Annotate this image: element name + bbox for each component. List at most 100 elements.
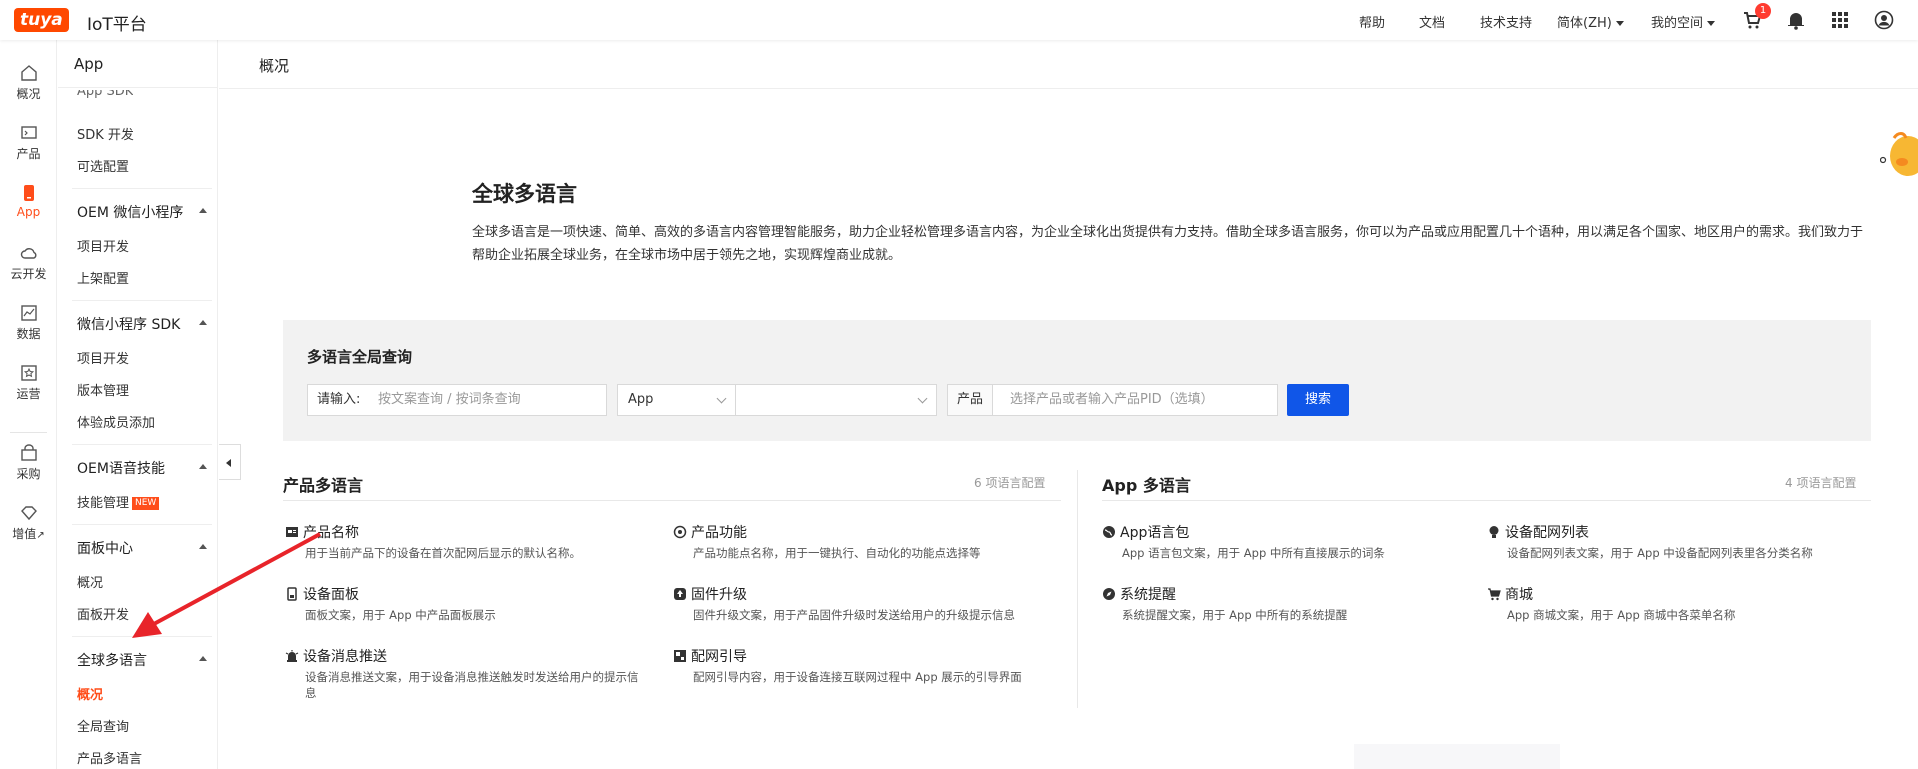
sidebar-item-project-dev[interactable]: 项目开发 [77, 236, 129, 255]
sidebar-item-product-language[interactable]: 产品多语言 [77, 748, 142, 767]
group-title: 全球多语言 [77, 653, 147, 669]
hero-title: 全球多语言 [472, 182, 577, 206]
card-product-function[interactable]: 产品功能 产品功能点名称，用于一键执行、自动化的功能点选择等 [673, 522, 1033, 561]
rail-label: 云开发 [10, 267, 47, 281]
sidebar-item-panel-overview[interactable]: 概况 [77, 572, 103, 591]
sidebar-group-wechat-sdk[interactable]: 微信小程序 SDK [77, 314, 207, 334]
sidebar-collapse-button[interactable] [219, 444, 241, 480]
product-placeholder: 选择产品或者输入产品PID（选填） [1010, 392, 1214, 407]
rail-item-data[interactable]: 数据 [0, 304, 57, 342]
user-avatar-icon[interactable] [1874, 10, 1894, 30]
search-button[interactable]: 搜索 [1287, 384, 1349, 416]
card-network-guide[interactable]: 配网引导 配网引导内容，用于设备连接互联网过程中 App 展示的引导界面 [673, 646, 1033, 685]
rail-divider [10, 432, 47, 433]
app-sidebar: App SDK App SDK 开发 可选配置 OEM 微信小程序 项目开发 上… [58, 40, 218, 769]
section-separator [1077, 470, 1078, 708]
cart-icon [1488, 588, 1501, 601]
card-device-network-list[interactable]: 设备配网列表 设备配网列表文案，用于 App 中设备配网列表里各分类名称 [1487, 522, 1847, 561]
cart-badge: 1 [1755, 3, 1771, 19]
secondary-select[interactable] [735, 384, 937, 416]
chevron-down-icon [917, 393, 928, 404]
sidebar-group-oem-wechat[interactable]: OEM 微信小程序 [77, 202, 207, 222]
sidebar-item-optional-config[interactable]: 可选配置 [77, 156, 129, 175]
card-system-reminder[interactable]: 系统提醒 系统提醒文案，用于 App 中所有的系统提醒 [1102, 584, 1462, 623]
sidebar-divider [72, 188, 212, 189]
product-select-input[interactable]: 产品 选择产品或者输入产品PID（选填） [947, 384, 1278, 416]
sidebar-item-version-manage[interactable]: 版本管理 [77, 380, 129, 399]
bottom-placeholder-bar [1354, 744, 1560, 769]
sidebar-group-oem-voice[interactable]: OEM语音技能 [77, 458, 207, 478]
rail-item-product[interactable]: 产品 [0, 124, 57, 162]
card-description: App 语言包文案，用于 App 中所有直接展示的词条 [1122, 546, 1385, 560]
card-app-language-pack[interactable]: App语言包 App 语言包文案，用于 App 中所有直接展示的词条 [1102, 522, 1462, 561]
tuya-logo[interactable]: tuya [14, 8, 69, 32]
type-select-value: App [628, 392, 654, 407]
sidebar-item-global-query[interactable]: 全局查询 [77, 716, 129, 735]
sidebar-divider [72, 636, 212, 637]
query-title: 多语言全局查询 [307, 348, 413, 366]
sidebar-item-sdk-dev[interactable]: SDK 开发 [77, 124, 134, 143]
function-icon [673, 525, 687, 539]
sidebar-item-project-dev-2[interactable]: 项目开发 [77, 348, 129, 367]
product-language-count[interactable]: 6 项语言配置 [974, 474, 1045, 491]
external-link-icon: ↗ [36, 530, 45, 541]
apps-grid-icon[interactable] [1830, 10, 1850, 30]
keyword-search-input[interactable]: 请输入: 按文案查询 / 按词条查询 [307, 384, 607, 416]
card-product-name[interactable]: 产品名称 用于当前产品下的设备在首次配网后显示的默认名称。 [285, 522, 645, 561]
my-space-menu[interactable]: 我的空间 [1651, 12, 1716, 31]
product-label: 产品 [948, 385, 994, 415]
language-select[interactable]: 简体(ZH) [1557, 12, 1624, 31]
product-language-title: 产品多语言 [283, 476, 364, 495]
sidebar-item-panel-dev[interactable]: 面板开发 [77, 604, 129, 623]
nav-help[interactable]: 帮助 [1359, 12, 1385, 31]
rail-item-purchase[interactable]: 采购 [0, 444, 57, 482]
assistant-mascot-icon[interactable] [1880, 130, 1918, 180]
product-icon [20, 126, 37, 139]
card-device-push[interactable]: 设备消息推送 设备消息推送文案，用于设备消息推送触发时发送给用户的提示信息 [285, 646, 645, 701]
nav-support[interactable]: 技术支持 [1480, 12, 1532, 31]
sidebar-header: App [58, 40, 218, 88]
collapse-arrow-icon [199, 656, 207, 661]
bell-icon[interactable] [1786, 10, 1806, 30]
group-title: 微信小程序 SDK [77, 317, 181, 333]
rail-label: 采购 [16, 467, 41, 481]
cloud-icon [20, 248, 36, 259]
collapse-arrow-icon [199, 208, 207, 213]
rail-item-operation[interactable]: 运营 [0, 364, 57, 402]
rail-item-cloud-dev[interactable]: 云开发 [0, 244, 57, 282]
collapse-arrow-icon [199, 320, 207, 325]
sidebar-item-app-sdk-partial[interactable]: App SDK [77, 90, 133, 98]
page-title: 概况 [219, 40, 1918, 89]
sidebar-divider [72, 524, 212, 525]
rail-item-app[interactable]: App [0, 184, 57, 219]
card-device-panel[interactable]: 设备面板 面板文案，用于 App 中产品面板展示 [285, 584, 645, 623]
bulb-icon [1489, 526, 1499, 538]
app-language-count[interactable]: 4 项语言配置 [1785, 474, 1856, 491]
card-title: 设备面板 [303, 587, 359, 603]
rail-item-overview[interactable]: 概况 [0, 64, 57, 102]
card-title: 设备消息推送 [303, 649, 387, 665]
type-select[interactable]: App [617, 384, 736, 416]
sidebar-item-skill-manage[interactable]: 技能管理 NEW [77, 492, 160, 511]
chevron-down-icon [716, 393, 727, 404]
sidebar-group-global-language[interactable]: 全球多语言 [77, 650, 207, 670]
alarm-icon [285, 650, 299, 662]
panel-icon [287, 587, 297, 601]
collapse-arrow-icon [199, 544, 207, 549]
globe-icon [1103, 526, 1115, 538]
nav-docs[interactable]: 文档 [1419, 12, 1445, 31]
new-tag: NEW [132, 497, 160, 510]
card-description: 系统提醒文案，用于 App 中所有的系统提醒 [1122, 608, 1348, 622]
sidebar-item-language-overview[interactable]: 概况 [77, 684, 103, 703]
card-title: 系统提醒 [1120, 587, 1176, 603]
chevron-down-icon [1615, 21, 1624, 26]
sidebar-group-panel-center[interactable]: 面板中心 [77, 538, 207, 558]
sidebar-item-add-testers[interactable]: 体验成员添加 [77, 412, 155, 431]
card-description: 固件升级文案，用于产品固件升级时发送给用户的升级提示信息 [693, 608, 1015, 622]
rail-item-value-added[interactable]: 增值↗ [0, 504, 57, 542]
item-label: 技能管理 [77, 496, 130, 511]
card-firmware-upgrade[interactable]: 固件升级 固件升级文案，用于产品固件升级时发送给用户的升级提示信息 [673, 584, 1033, 623]
card-mall[interactable]: 商城 App 商城文案，用于 App 商城中各菜单名称 [1487, 584, 1847, 623]
platform-title[interactable]: IoT平台 [87, 10, 147, 35]
sidebar-item-publish-config[interactable]: 上架配置 [77, 268, 129, 287]
